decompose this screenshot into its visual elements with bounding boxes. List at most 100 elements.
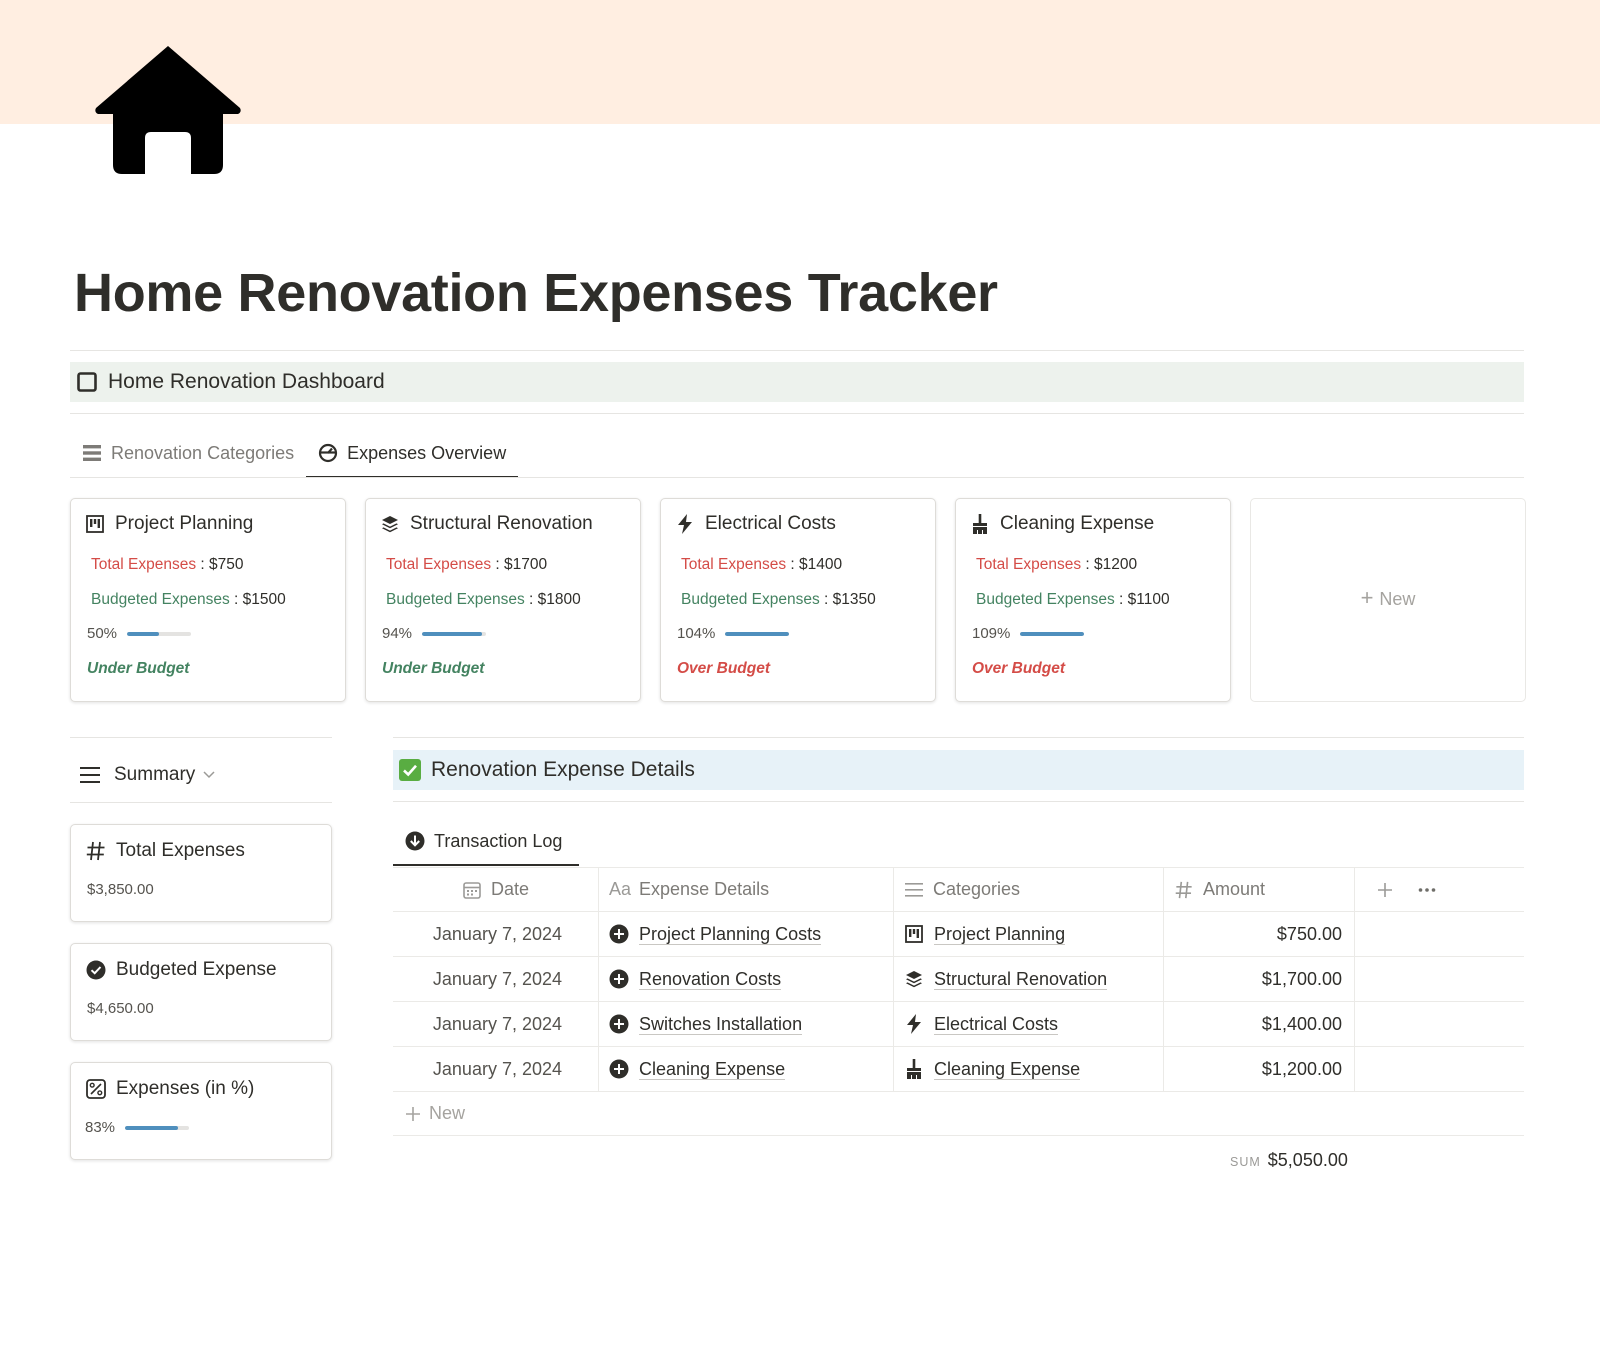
cell-category[interactable]: Cleaning Expense (894, 1047, 1164, 1091)
category-card-electrical-costs[interactable]: Electrical Costs Total Expenses : $1400 … (660, 498, 936, 702)
category-link[interactable]: Project Planning (934, 924, 1066, 945)
budgeted-expenses-row: Budgeted Expenses : $1800 (386, 591, 581, 608)
plus-circle-icon (609, 924, 629, 944)
house-icon[interactable] (92, 46, 244, 174)
total-expenses-row: Total Expenses : $1400 (681, 556, 843, 573)
new-card-button[interactable]: + New (1250, 498, 1526, 702)
cell-amount[interactable]: $750.00 (1164, 912, 1355, 956)
cell-empty (1355, 1002, 1524, 1046)
divider (393, 737, 1524, 738)
card-header: Structural Renovation (380, 513, 593, 535)
card-header: Electrical Costs (675, 513, 836, 535)
progress: 50% (87, 625, 192, 642)
cell-category[interactable]: Structural Renovation (894, 957, 1164, 1001)
table-row[interactable]: January 7, 2024 Switches Installation El… (393, 1002, 1524, 1047)
card-value: $4,650.00 (87, 1000, 154, 1017)
tab-label: Renovation Categories (111, 442, 295, 463)
cell-expense-detail[interactable]: Renovation Costs (599, 957, 894, 1001)
lightning-icon (675, 514, 695, 534)
column-header-expense-details[interactable]: Aa Expense Details (599, 868, 894, 911)
cell-amount[interactable]: $1,700.00 (1164, 957, 1355, 1001)
kanban-icon (85, 514, 105, 534)
divider (70, 413, 1524, 414)
progress-bar (125, 1125, 190, 1130)
card-title: Expenses (in %) (116, 1078, 255, 1099)
summary-card-expenses-percent[interactable]: Expenses (in %) 83% (70, 1062, 332, 1160)
column-header-amount[interactable]: Amount (1164, 868, 1355, 911)
category-card-structural-renovation[interactable]: Structural Renovation Total Expenses : $… (365, 498, 641, 702)
progress-bar (127, 631, 192, 636)
cell-date[interactable]: January 7, 2024 (393, 957, 599, 1001)
hash-icon (1174, 880, 1194, 900)
expense-detail-link[interactable]: Renovation Costs (639, 969, 782, 990)
cell-date[interactable]: January 7, 2024 (393, 912, 599, 956)
table-row[interactable]: January 7, 2024 Project Planning Costs P… (393, 912, 1524, 957)
cell-expense-detail[interactable]: Cleaning Expense (599, 1047, 894, 1091)
category-card-cleaning-expense[interactable]: Cleaning Expense Total Expenses : $1200 … (955, 498, 1231, 702)
plus-circle-icon (609, 969, 629, 989)
chevron-down-icon (203, 768, 217, 782)
add-column-button[interactable] (1373, 878, 1397, 902)
lightning-icon (904, 1014, 924, 1034)
card-title: Budgeted Expense (116, 959, 277, 980)
arrow-down-circle-icon (405, 831, 425, 851)
progress: 83% (85, 1119, 190, 1136)
plus-circle-icon (609, 1059, 629, 1079)
cell-expense-detail[interactable]: Switches Installation (599, 1002, 894, 1046)
table-row[interactable]: January 7, 2024 Cleaning Expense Cleanin… (393, 1047, 1524, 1092)
card-header: Expenses (in %) (85, 1078, 254, 1100)
add-row-button[interactable]: New (393, 1092, 1524, 1136)
transaction-table: Date Aa Expense Details Categories Amoun… (393, 867, 1524, 1136)
expense-detail-link[interactable]: Cleaning Expense (639, 1059, 786, 1080)
table-row[interactable]: January 7, 2024 Renovation Costs Structu… (393, 957, 1524, 1002)
expense-detail-link[interactable]: Switches Installation (639, 1014, 803, 1035)
budgeted-expenses-row: Budgeted Expenses : $1100 (976, 591, 1170, 608)
summary-card-total-expenses[interactable]: Total Expenses $3,850.00 (70, 824, 332, 922)
cell-expense-detail[interactable]: Project Planning Costs (599, 912, 894, 956)
total-expenses-row: Total Expenses : $750 (91, 556, 244, 573)
budget-status: Over Budget (972, 660, 1066, 677)
category-link[interactable]: Electrical Costs (934, 1014, 1059, 1035)
cell-category[interactable]: Electrical Costs (894, 1002, 1164, 1046)
category-link[interactable]: Structural Renovation (934, 969, 1108, 990)
dashboard-title: Home Renovation Dashboard (108, 370, 385, 393)
cell-category[interactable]: Project Planning (894, 912, 1164, 956)
tab-renovation-categories[interactable]: Renovation Categories (70, 428, 306, 478)
kanban-icon (904, 924, 924, 944)
amount-sum[interactable]: SUM $5,050.00 (1230, 1150, 1348, 1171)
tab-expenses-overview[interactable]: Expenses Overview (306, 428, 519, 478)
card-title: Cleaning Expense (1000, 513, 1155, 534)
category-card-project-planning[interactable]: Project Planning Total Expenses : $750 B… (70, 498, 346, 702)
column-header-date[interactable]: Date (393, 868, 599, 911)
progress-fill (1020, 631, 1085, 636)
card-header: Budgeted Expense (85, 959, 277, 981)
progress-fill (725, 631, 790, 636)
page-title: Home Renovation Expenses Tracker (74, 263, 998, 323)
cell-amount[interactable]: $1,400.00 (1164, 1002, 1355, 1046)
plus-icon (405, 1106, 421, 1122)
category-link[interactable]: Cleaning Expense (934, 1059, 1081, 1080)
more-options-button[interactable] (1415, 878, 1439, 902)
broom-icon (970, 514, 990, 534)
list-icon (904, 880, 924, 900)
table-body: January 7, 2024 Project Planning Costs P… (393, 912, 1524, 1092)
divider (70, 737, 332, 738)
summary-view-selector[interactable]: Summary (80, 764, 217, 786)
plus-icon: + (1360, 585, 1374, 610)
tab-transaction-log[interactable]: Transaction Log (393, 816, 579, 866)
broom-icon (904, 1059, 924, 1079)
square-outline-icon (76, 371, 98, 393)
ellipsis-icon (1418, 887, 1436, 892)
progress-bar (725, 631, 790, 636)
expense-detail-link[interactable]: Project Planning Costs (639, 924, 822, 945)
divider (70, 802, 332, 803)
column-header-categories[interactable]: Categories (894, 868, 1164, 911)
summary-card-budgeted-expense[interactable]: Budgeted Expense $4,650.00 (70, 943, 332, 1041)
budget-status: Under Budget (382, 660, 485, 677)
cell-date[interactable]: January 7, 2024 (393, 1047, 599, 1091)
percent-icon (85, 1078, 107, 1100)
cell-amount[interactable]: $1,200.00 (1164, 1047, 1355, 1091)
details-callout: Renovation Expense Details (393, 750, 1524, 790)
cell-date[interactable]: January 7, 2024 (393, 1002, 599, 1046)
hash-icon (85, 840, 107, 862)
